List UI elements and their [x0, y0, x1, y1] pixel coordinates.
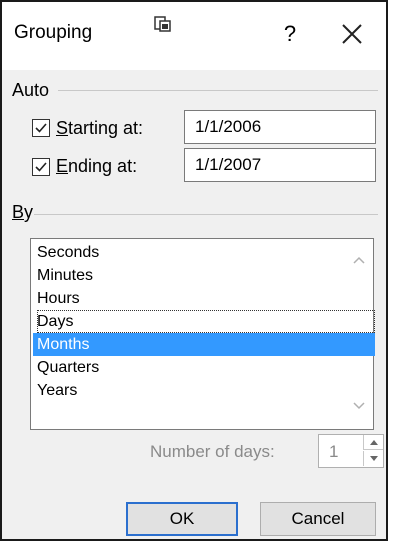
list-item-hours[interactable]: Hours: [37, 287, 375, 310]
list-item-months[interactable]: Months: [33, 333, 375, 356]
spin-down-button[interactable]: [363, 451, 383, 466]
number-of-days-value: 1: [329, 442, 339, 461]
list-item-years[interactable]: Years: [37, 379, 375, 402]
starting-at-input[interactable]: 1/1/2006: [184, 110, 376, 144]
grouping-dialog: Grouping ? Auto Starting at: 1/1/2006 En…: [0, 0, 388, 541]
ending-at-input[interactable]: 1/1/2007: [184, 148, 376, 182]
number-of-days-label: Number of days:: [150, 442, 275, 461]
auto-group-divider: [58, 90, 378, 91]
close-icon[interactable]: [338, 20, 366, 48]
list-item-quarters[interactable]: Quarters: [37, 356, 375, 379]
ending-at-checkbox[interactable]: [32, 158, 50, 176]
caret-down-icon: [370, 456, 378, 461]
list-item-days[interactable]: Days: [37, 310, 375, 333]
scroll-up-icon[interactable]: [352, 254, 366, 266]
spin-up-button[interactable]: [363, 435, 383, 450]
cancel-button[interactable]: Cancel: [260, 502, 376, 536]
number-of-days-stepper[interactable]: 1: [318, 434, 384, 468]
title-bar: Grouping ?: [2, 2, 386, 70]
by-group-label: By: [12, 202, 34, 222]
checkmark-icon: [35, 123, 47, 133]
list-item-minutes[interactable]: Minutes: [37, 264, 375, 287]
by-listbox[interactable]: Seconds Minutes Hours Days Months Quarte…: [30, 238, 375, 430]
ending-at-label[interactable]: Ending at:: [56, 156, 137, 177]
starting-at-label[interactable]: Starting at:: [56, 118, 143, 139]
list-item-seconds[interactable]: Seconds: [37, 241, 375, 264]
checkmark-icon: [35, 162, 47, 172]
restore-window-icon[interactable]: [154, 16, 172, 34]
help-button[interactable]: ?: [278, 20, 302, 48]
auto-group-label: Auto: [12, 80, 50, 100]
scroll-down-icon[interactable]: [352, 400, 366, 412]
starting-at-checkbox[interactable]: [32, 119, 50, 137]
caret-up-icon: [370, 440, 378, 445]
ok-button[interactable]: OK: [126, 502, 238, 536]
dialog-title: Grouping: [14, 22, 93, 43]
by-group-divider: [34, 214, 378, 215]
